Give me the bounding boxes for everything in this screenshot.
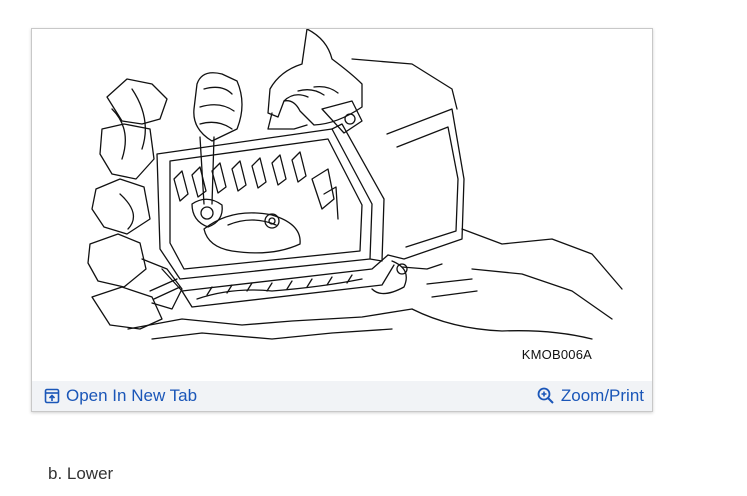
open-in-new-tab-label: Open In New Tab — [66, 386, 198, 405]
zoom-in-icon — [537, 387, 555, 405]
zoom-print-label: Zoom/Print — [560, 386, 644, 405]
zoom-print-link[interactable]: Zoom/Print — [537, 386, 644, 406]
engine-air-cleaner-drawing — [87, 29, 623, 340]
figure-caption: b. Lower — [48, 464, 114, 483]
open-in-new-tab-link[interactable]: Open In New Tab — [44, 386, 197, 406]
figure-card: KMOB006A Open In New Tab Zoom/Print — [31, 28, 653, 412]
figure-code-label: KMOB006A — [521, 347, 592, 362]
figure-illustration[interactable] — [32, 29, 652, 381]
open-in-new-tab-icon — [44, 388, 60, 404]
figure-toolbar: Open In New Tab Zoom/Print — [32, 381, 652, 411]
